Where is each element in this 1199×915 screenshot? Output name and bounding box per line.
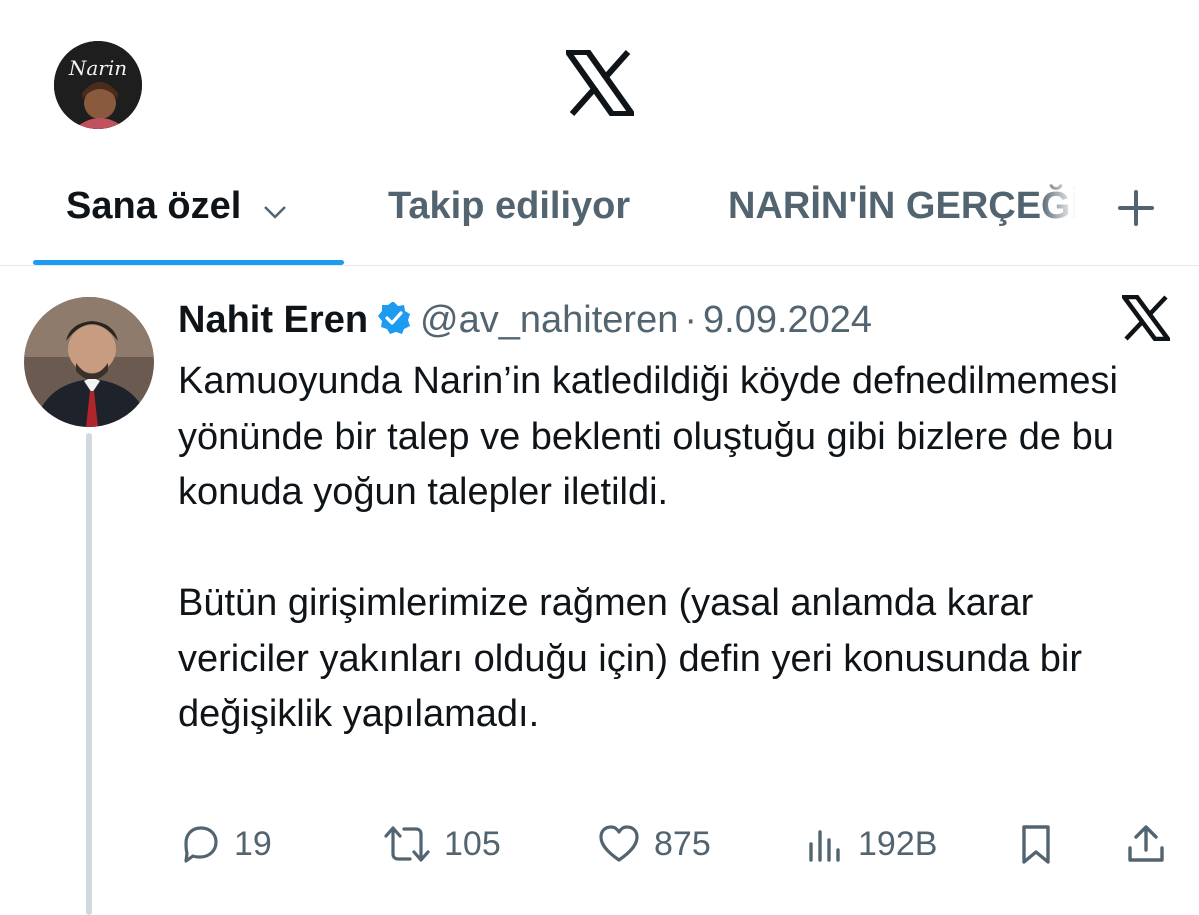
tweet-paragraph: Kamuoyunda Narin’in katledildiği köyde d…: [178, 360, 1118, 513]
plus-icon: [1118, 190, 1154, 226]
tab-for-you-label: Sana özel: [66, 185, 242, 227]
tab-fade-overlay: [1040, 178, 1088, 234]
tab-following-label: Takip ediliyor: [388, 185, 631, 227]
verified-badge-icon: [376, 299, 412, 349]
author-handle[interactable]: @av_nahiteren: [420, 299, 678, 341]
share-button[interactable]: [1124, 818, 1168, 870]
views-button[interactable]: 192B: [806, 818, 937, 870]
tab-for-you[interactable]: Sana özel: [66, 178, 287, 236]
like-count: 875: [654, 824, 711, 863]
author-avatar[interactable]: [24, 297, 154, 427]
bookmark-button[interactable]: [1016, 818, 1056, 870]
avatar-text: Narin: [68, 56, 127, 80]
tab-list-narin-label: NARİN'İN GERÇEĞİ: [728, 185, 1076, 227]
comment-bubble-icon: [184, 826, 218, 863]
repost-button[interactable]: 105: [382, 818, 501, 870]
reply-count: 19: [234, 824, 272, 863]
tab-following[interactable]: Takip ediliyor: [388, 178, 630, 234]
views-bar-icon: [809, 830, 840, 862]
profile-avatar[interactable]: Narin: [54, 41, 142, 129]
share-upload-icon: [1128, 825, 1164, 862]
thread-connector-line: [86, 433, 92, 915]
views-count: 192B: [858, 824, 938, 863]
tweet-paragraph: Bütün girişimlerimize rağmen (yasal anla…: [178, 582, 1083, 735]
chevron-down-icon[interactable]: [263, 180, 287, 236]
tweet-date[interactable]: 9.09.2024: [703, 299, 872, 341]
like-button[interactable]: 875: [596, 818, 711, 870]
tab-list-narin[interactable]: NARİN'İN GERÇEĞİ: [728, 178, 1076, 234]
bookmark-icon: [1022, 825, 1050, 864]
tweet-text: Kamuoyunda Narin’in katledildiği köyde d…: [178, 354, 1168, 743]
tweet-header: Nahit Eren @av_nahiteren · 9.09.2024: [178, 295, 872, 349]
repost-arrows-icon: [384, 826, 430, 862]
header-separator: ·: [684, 299, 698, 341]
x-logo-icon[interactable]: [562, 49, 638, 117]
add-tab-button[interactable]: [1114, 186, 1158, 230]
x-logo-icon: [1119, 294, 1173, 342]
heart-icon: [599, 825, 639, 862]
repost-count: 105: [444, 824, 501, 863]
reply-button[interactable]: 19: [178, 818, 272, 870]
tab-divider: [0, 265, 1199, 266]
author-name[interactable]: Nahit Eren: [178, 299, 368, 341]
